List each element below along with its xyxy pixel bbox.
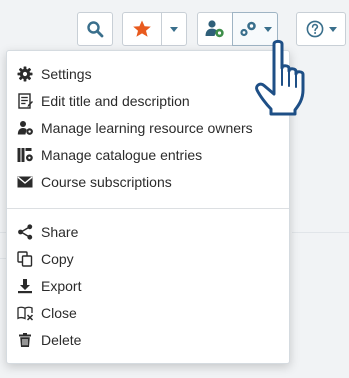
- pointer-hand-icon: [252, 38, 316, 120]
- menu-item-label: Settings: [41, 66, 92, 82]
- help-circle-icon: [306, 20, 324, 38]
- owners-button[interactable]: [197, 12, 233, 46]
- menu-item-label: Close: [41, 305, 77, 321]
- menu-item-copy[interactable]: Copy: [7, 246, 289, 272]
- menu-item-manage-catalogue[interactable]: Manage catalogue entries: [7, 142, 289, 168]
- trash-icon: [15, 330, 35, 350]
- menu-item-label: Manage catalogue entries: [41, 147, 203, 163]
- caret-down-icon: [263, 26, 272, 32]
- close-book-icon: [15, 303, 35, 323]
- star-icon: [132, 19, 152, 39]
- menu-item-label: Delete: [41, 332, 82, 348]
- menu-item-close[interactable]: Close: [7, 300, 289, 326]
- menu-item-export[interactable]: Export: [7, 273, 289, 299]
- menu-item-label: Edit title and description: [41, 93, 190, 109]
- owners-icon: [15, 118, 35, 138]
- favorite-button[interactable]: [122, 12, 162, 46]
- menu-item-label: Course subscriptions: [41, 174, 172, 190]
- menu-item-label: Export: [41, 278, 82, 294]
- menu-item-manage-owners[interactable]: Manage learning resource owners: [7, 115, 289, 141]
- menu-item-share[interactable]: Share: [7, 219, 289, 245]
- tools-dropdown-menu: Settings Edit title and description Mana…: [6, 50, 290, 364]
- gears-icon: [239, 20, 259, 38]
- menu-item-course-subscriptions[interactable]: Course subscriptions: [7, 169, 289, 195]
- edit-document-icon: [15, 91, 35, 111]
- gear-icon: [15, 64, 35, 84]
- menu-item-edit-title[interactable]: Edit title and description: [7, 88, 289, 114]
- search-icon: [86, 20, 104, 38]
- menu-item-label: Copy: [41, 251, 74, 267]
- share-icon: [15, 222, 35, 242]
- copy-icon: [15, 249, 35, 269]
- caret-down-icon: [328, 26, 337, 32]
- background-line: [292, 232, 349, 233]
- search-button[interactable]: [77, 12, 113, 46]
- envelope-icon: [15, 172, 35, 192]
- catalogue-icon: [15, 145, 35, 165]
- menu-divider: [7, 208, 289, 209]
- menu-item-label: Share: [41, 224, 79, 240]
- user-cog-icon: [204, 19, 226, 39]
- menu-item-delete[interactable]: Delete: [7, 327, 289, 353]
- download-icon: [15, 276, 35, 296]
- menu-item-label: Manage learning resource owners: [41, 120, 253, 136]
- caret-down-icon: [170, 26, 178, 32]
- menu-item-settings[interactable]: Settings: [7, 61, 289, 87]
- favorite-dropdown-toggle[interactable]: [161, 12, 187, 46]
